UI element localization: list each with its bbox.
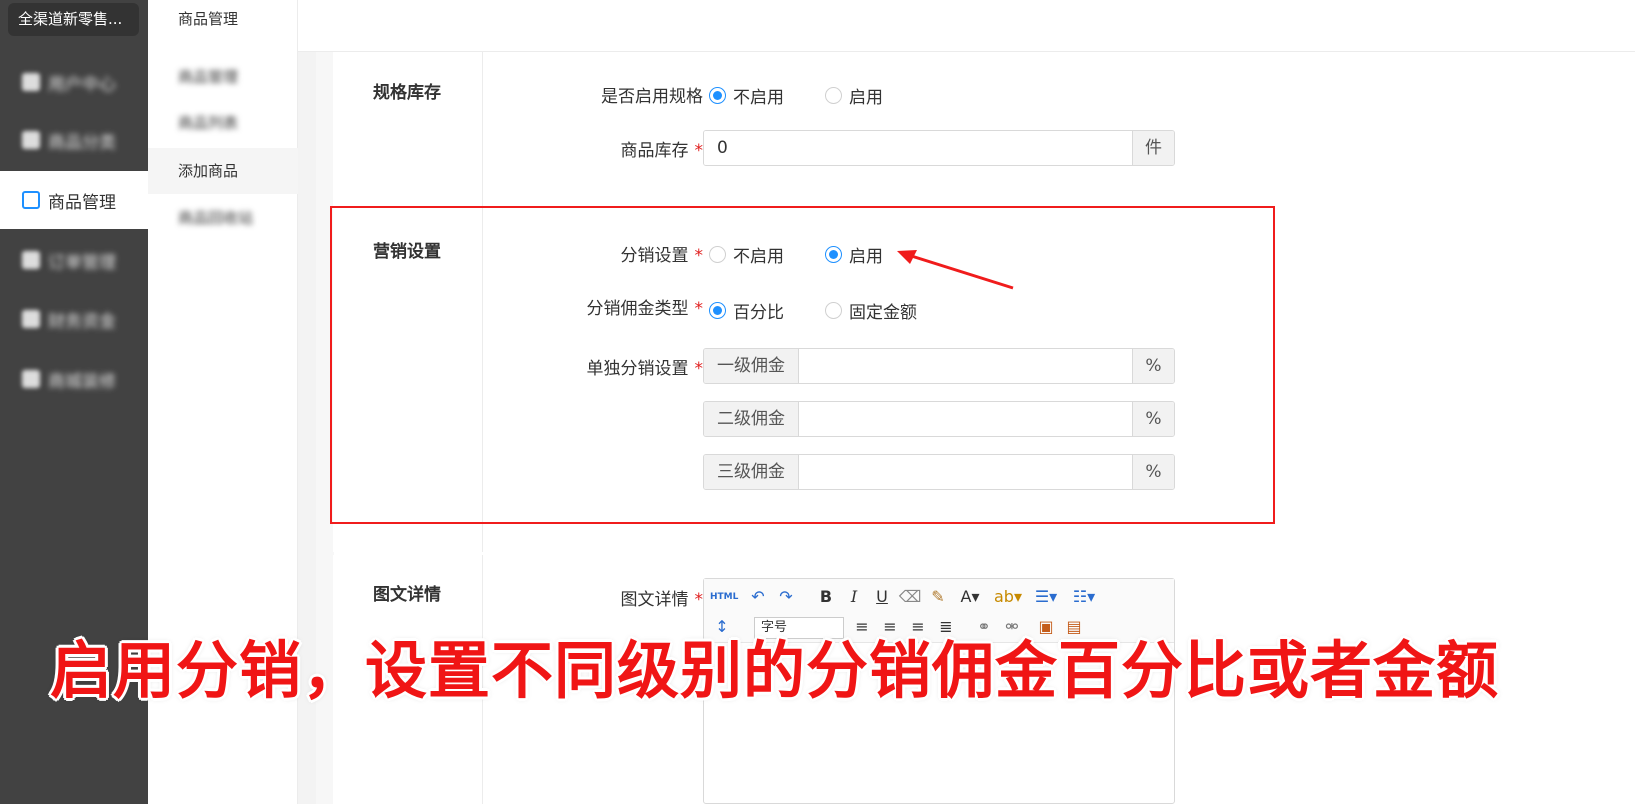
radio-label: 启用 — [849, 88, 883, 108]
spec-stock-section: 规格库存 是否启用规格 不启用 启用 商品库存* 件 — [333, 52, 1635, 206]
sidebar-item-label: 财务资金 — [48, 311, 116, 332]
sidebar-item-label: 用户中心 — [48, 74, 116, 95]
submenu-title: 商品管理 — [178, 10, 239, 28]
section-title: 规格库存 — [373, 83, 441, 103]
order-icon — [22, 251, 40, 269]
bold-icon[interactable]: B — [814, 585, 838, 609]
sidebar-item-finance[interactable]: 财务资金 — [0, 290, 148, 348]
ordered-list-icon[interactable]: ☰▾ — [1034, 585, 1058, 609]
submenu-item[interactable]: 商品回收站 — [148, 195, 298, 241]
sidebar-item-label: 商品分类 — [48, 132, 116, 153]
field-label: 是否启用规格 — [601, 87, 703, 107]
undo-icon[interactable]: ↶ — [746, 585, 770, 609]
stock-unit: 件 — [1132, 131, 1174, 165]
redo-icon[interactable]: ↷ — [774, 585, 798, 609]
page-root: 全渠道新零售... 用户中心 商品分类 商品管理 订单管理 财务资金 商城装修 … — [0, 0, 1635, 804]
underline-icon[interactable]: U — [870, 585, 894, 609]
submenu-item[interactable]: 商品列表 — [148, 100, 298, 146]
highlight-icon[interactable]: ab▾ — [994, 585, 1022, 609]
sidebar-item-decoration[interactable]: 商城装修 — [0, 350, 148, 408]
sidebar-item-label: 订单管理 — [48, 252, 116, 273]
sidebar-item-product-management[interactable]: 商品管理 — [0, 171, 148, 229]
decoration-icon — [22, 370, 40, 388]
finance-icon — [22, 310, 40, 328]
html-source-button[interactable]: HTML — [710, 585, 738, 609]
field-label: 图文详情 * — [620, 590, 704, 610]
radio-label: 不启用 — [733, 88, 784, 108]
submenu-item-label: 添加商品 — [178, 162, 239, 180]
unordered-list-icon[interactable]: ☷▾ — [1072, 585, 1096, 609]
radio-dot — [709, 87, 726, 104]
shopping-bag-icon — [22, 191, 40, 209]
submenu-item-label: 商品管理 — [178, 68, 239, 86]
radio-dot — [825, 87, 842, 104]
brand-title[interactable]: 全渠道新零售... — [8, 3, 139, 36]
submenu-item[interactable]: 商品管理 — [148, 54, 298, 100]
highlight-box — [330, 206, 1275, 524]
format-brush-icon[interactable]: ✎ — [926, 585, 950, 609]
italic-icon[interactable]: I — [842, 585, 866, 609]
submenu-item-add-product[interactable]: 添加商品 — [148, 148, 298, 194]
submenu-item-label: 商品列表 — [178, 114, 239, 132]
sidebar-item-label: 商城装修 — [48, 371, 116, 392]
arrow-annotation — [897, 250, 1014, 290]
spec-disable-radio[interactable]: 不启用 — [709, 83, 784, 108]
sidebar-item-category[interactable]: 商品分类 — [0, 111, 148, 169]
section-title: 图文详情 — [373, 585, 441, 605]
user-icon — [22, 73, 40, 91]
submenu-item-label: 商品回收站 — [178, 209, 254, 227]
tutorial-caption: 启用分销，设置不同级别的分销佣金百分比或者金额 — [50, 634, 1500, 707]
sidebar-item-user-center[interactable]: 用户中心 — [0, 53, 148, 111]
spec-enable-radio[interactable]: 启用 — [825, 83, 883, 108]
field-label: 商品库存 * — [620, 141, 704, 161]
stock-input-group: 件 — [703, 130, 1175, 166]
eraser-icon[interactable]: ⌫ — [898, 585, 922, 609]
section-label-column — [333, 52, 483, 206]
sidebar-item-orders[interactable]: 订单管理 — [0, 231, 148, 289]
font-color-icon[interactable]: A▾ — [958, 585, 982, 609]
category-icon — [22, 131, 40, 149]
stock-input[interactable] — [704, 131, 1132, 165]
sidebar-item-label: 商品管理 — [48, 192, 116, 213]
